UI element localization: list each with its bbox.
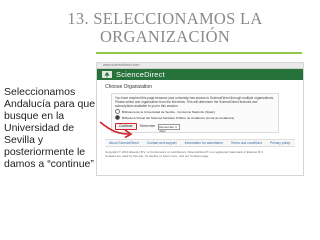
organization-option-2[interactable]: Biblioteca Virtual del Sistema Sanitario… [115, 115, 275, 120]
option-label: Biblioteca Virtual del Sistema Sanitario… [122, 115, 235, 120]
footer-nav: About ScienceDirect Contact and support … [105, 139, 295, 147]
copyright-line-2: Cookies are used by this site. To declin… [105, 154, 210, 158]
option-label: Biblioteca de la Universidad de Sevilla … [122, 109, 216, 114]
remember-select[interactable]: Remember 4 days [158, 123, 181, 133]
organization-option-1[interactable]: Biblioteca de la Universidad de Sevilla … [115, 109, 275, 114]
footer-link-contact[interactable]: Contact and support [143, 140, 181, 146]
notice-line-2: Please select one organization from the … [115, 100, 258, 108]
browser-url: www.sciencedirect.com [103, 63, 140, 67]
footer-link-terms[interactable]: Terms and conditions [227, 140, 266, 146]
footer-link-advertisers[interactable]: Information for advertisers [181, 140, 227, 146]
action-row: Continue Remember Remember 4 days [115, 123, 275, 133]
slide-title: 13. SELECCIONAMOS LA ORGANIZACIÓN [50, 10, 280, 46]
sciencedirect-header: ScienceDirect [97, 69, 303, 80]
slide-title-line-2: ORGANIZACIÓN [99, 27, 231, 46]
sciencedirect-brand[interactable]: ScienceDirect [116, 70, 165, 79]
title-divider [96, 52, 302, 54]
slide-title-line-1: 13. SELECCIONAMOS LA [67, 9, 263, 28]
footer-link-privacy[interactable]: Privacy policy [266, 140, 294, 146]
copyright-notice: Copyright © 2014 Elsevier B.V. or its li… [105, 150, 295, 158]
page-heading: Choose Organization [105, 84, 152, 90]
footer-link-about[interactable]: About ScienceDirect [105, 140, 143, 146]
elsevier-tree-icon [102, 71, 112, 78]
slide-caption: Seleccionamos Andalucía para que busque … [4, 86, 96, 170]
organization-notice: You have reached this page because your … [111, 93, 279, 133]
remember-label: Remember [139, 124, 156, 128]
pointer-arrow-icon [99, 121, 133, 138]
radio-button[interactable] [115, 109, 120, 114]
